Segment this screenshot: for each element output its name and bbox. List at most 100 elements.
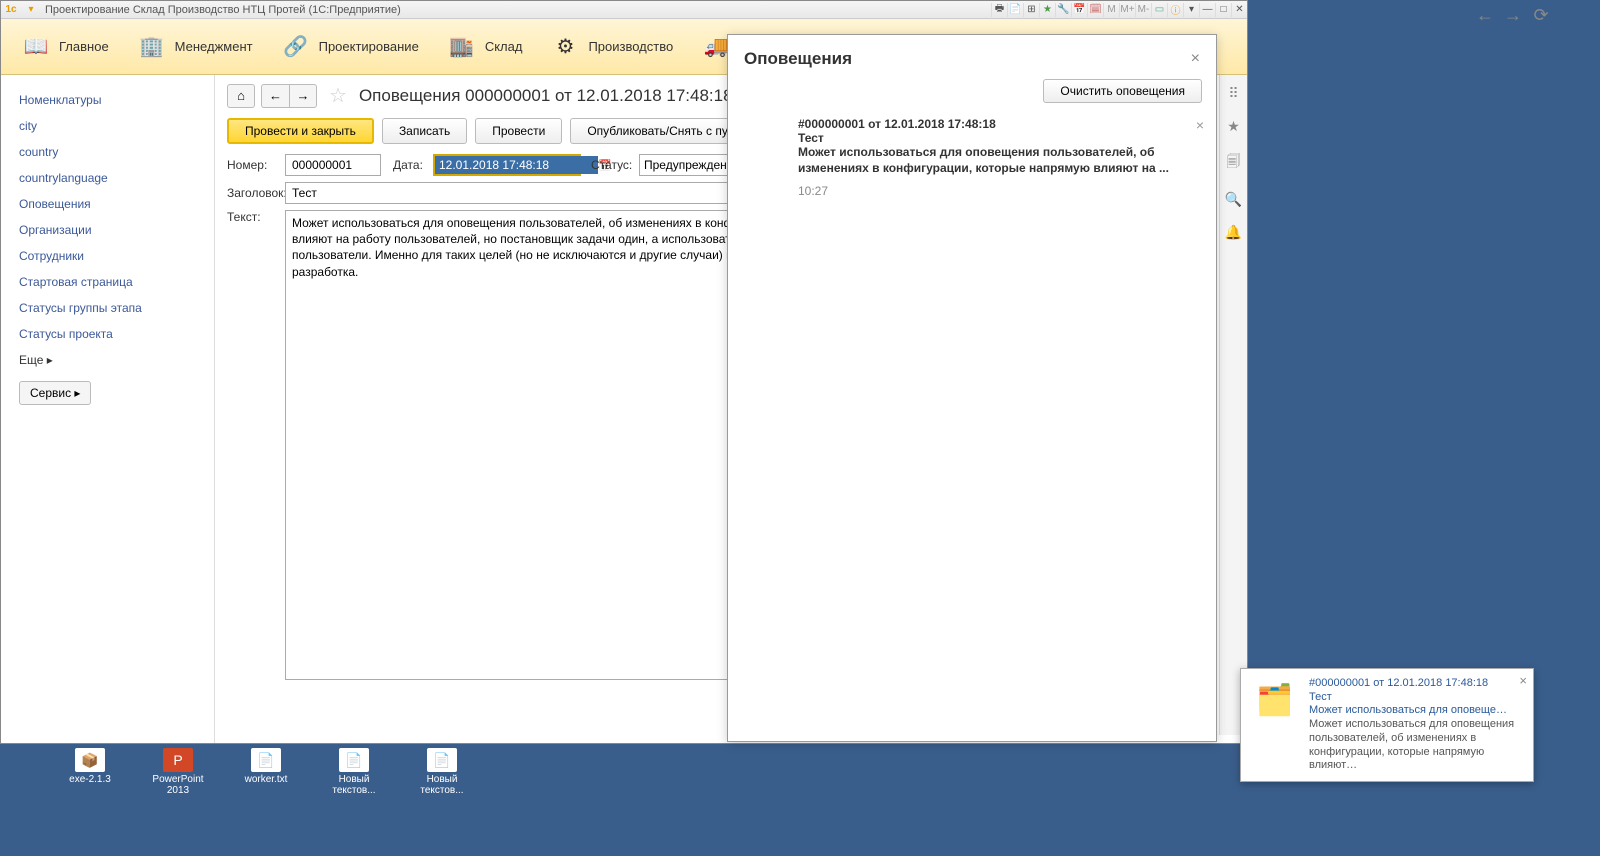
dropdown-icon[interactable]: ▾ bbox=[24, 3, 38, 17]
sidebar-item-stage-statuses[interactable]: Статусы группы этапа bbox=[1, 295, 214, 321]
sidebar-item-nomenclature[interactable]: Номенклатуры bbox=[1, 87, 214, 113]
favorite-star-icon[interactable]: ☆ bbox=[329, 83, 347, 108]
copy-icon[interactable]: 🗐 bbox=[1227, 151, 1241, 175]
nav-warehouse[interactable]: 🏬 Склад bbox=[433, 26, 537, 68]
store-icon: 🏬 bbox=[447, 32, 477, 62]
tb-star-icon[interactable]: ★ bbox=[1039, 3, 1055, 17]
titlebar: 1c ▾ Проектирование Склад Производство Н… bbox=[1, 1, 1247, 19]
tb-tool-icon[interactable]: 🔧 bbox=[1055, 3, 1071, 17]
ppt-icon: P bbox=[163, 748, 193, 772]
tb-dd-icon[interactable]: ▾ bbox=[1183, 3, 1199, 17]
sidebar-item-startpage[interactable]: Стартовая страница bbox=[1, 269, 214, 295]
toast-notification[interactable]: × 🗂️ #000000001 от 12.01.2018 17:48:18 Т… bbox=[1240, 668, 1534, 782]
notif-item-body: Может использоваться для оповещения поль… bbox=[798, 145, 1200, 176]
notif-item-title: Тест bbox=[798, 131, 1200, 145]
back-button[interactable]: ← bbox=[261, 84, 289, 108]
tb-doc-icon[interactable]: 📄 bbox=[1007, 3, 1023, 17]
minimize-button[interactable]: — bbox=[1199, 3, 1215, 17]
nav-label: Склад bbox=[485, 39, 523, 54]
status-label: Статус: bbox=[591, 158, 639, 172]
task-powerpoint[interactable]: PPowerPoint 2013 bbox=[148, 748, 208, 796]
title-label: Заголовок: bbox=[227, 186, 285, 200]
browser-reload-icon[interactable]: ⟳ bbox=[1530, 4, 1552, 26]
sidebar-item-organizations[interactable]: Организации bbox=[1, 217, 214, 243]
right-toolbar: ⠿ ★ 🗐 🔍 🔔 bbox=[1219, 75, 1247, 735]
forward-button[interactable]: → bbox=[289, 84, 317, 108]
app-window: 1c ▾ Проектирование Склад Производство Н… bbox=[0, 0, 1248, 744]
post-button[interactable]: Провести bbox=[475, 118, 562, 144]
task-text2[interactable]: 📄Новый текстов... bbox=[412, 748, 472, 796]
task-worker[interactable]: 📄worker.txt bbox=[236, 748, 296, 796]
date-input-wrap: 📅 bbox=[433, 154, 581, 176]
date-label: Дата: bbox=[393, 158, 433, 172]
toast-line4: Может использоваться для оповещения поль… bbox=[1309, 718, 1523, 773]
home-button[interactable]: ⌂ bbox=[227, 84, 255, 108]
text-label: Текст: bbox=[227, 210, 285, 224]
nav-production[interactable]: ⚙Производство bbox=[536, 26, 687, 68]
file-icon: 📄 bbox=[251, 748, 281, 772]
sidebar-item-project-statuses[interactable]: Статусы проекта bbox=[1, 321, 214, 347]
apps-icon[interactable]: ⠿ bbox=[1228, 85, 1238, 102]
browser-nav: ← → ⟳ bbox=[1474, 4, 1552, 26]
notif-item[interactable]: × #000000001 от 12.01.2018 17:48:18 Тест… bbox=[728, 111, 1216, 204]
tb-cal2-icon[interactable]: 🗓 bbox=[1087, 3, 1103, 17]
search-icon[interactable]: 🔍 bbox=[1225, 191, 1242, 208]
toast-line2: Тест bbox=[1309, 691, 1523, 705]
notifications-panel: Оповещения × Очистить оповещения × #0000… bbox=[727, 34, 1217, 742]
book-icon: 📖 bbox=[21, 32, 51, 62]
toast-line1: #000000001 от 12.01.2018 17:48:18 bbox=[1309, 677, 1523, 691]
number-label: Номер: bbox=[227, 158, 285, 172]
toast-body: #000000001 от 12.01.2018 17:48:18 Тест М… bbox=[1309, 677, 1523, 773]
browser-forward-icon[interactable]: → bbox=[1502, 4, 1524, 26]
window-title: Проектирование Склад Производство НТЦ Пр… bbox=[41, 4, 991, 16]
sidebar-item-city[interactable]: city bbox=[1, 113, 214, 139]
toast-line3: Может использоваться для оповеще… bbox=[1309, 704, 1523, 718]
number-input[interactable] bbox=[285, 154, 381, 176]
tb-m[interactable]: M bbox=[1103, 3, 1119, 17]
nav-design[interactable]: 🔗Проектирование bbox=[267, 26, 433, 68]
bell-icon[interactable]: 🔔 bbox=[1225, 224, 1242, 241]
share-icon: 🔗 bbox=[281, 32, 311, 62]
sidebar-item-notifications[interactable]: Оповещения bbox=[1, 191, 214, 217]
maximize-button[interactable]: □ bbox=[1215, 3, 1231, 17]
tb-mminus[interactable]: M- bbox=[1135, 3, 1151, 17]
sidebar-item-employees[interactable]: Сотрудники bbox=[1, 243, 214, 269]
notif-item-heading: #000000001 от 12.01.2018 17:48:18 bbox=[798, 117, 1200, 131]
date-input[interactable] bbox=[435, 156, 598, 174]
clear-notifications-button[interactable]: Очистить оповещения bbox=[1043, 79, 1202, 103]
file-icon: 📄 bbox=[427, 748, 457, 772]
task-exe[interactable]: 📦exe-2.1.3 bbox=[60, 748, 120, 796]
sidebar-service-button[interactable]: Сервис ▸ bbox=[19, 381, 91, 405]
tb-grid-icon[interactable]: ⊞ bbox=[1023, 3, 1039, 17]
nav-main[interactable]: 📖Главное bbox=[7, 26, 123, 68]
tb-print-icon[interactable]: 🖶 bbox=[991, 3, 1007, 17]
nav-label: Менеджмент bbox=[175, 39, 253, 54]
notes-icon: 🗂️ bbox=[1251, 677, 1299, 725]
notif-close-icon[interactable]: × bbox=[1191, 50, 1200, 68]
app-icon: 1c bbox=[4, 3, 18, 17]
post-and-close-button[interactable]: Провести и закрыть bbox=[227, 118, 374, 144]
close-button[interactable]: ✕ bbox=[1231, 3, 1247, 17]
taskbar: 📦exe-2.1.3 PPowerPoint 2013 📄worker.txt … bbox=[60, 748, 472, 796]
notif-title: Оповещения bbox=[744, 49, 852, 69]
notif-item-close-icon[interactable]: × bbox=[1196, 117, 1204, 133]
file-icon: 📄 bbox=[339, 748, 369, 772]
sidebar-item-countrylang[interactable]: countrylanguage bbox=[1, 165, 214, 191]
task-text1[interactable]: 📄Новый текстов... bbox=[324, 748, 384, 796]
sidebar-item-country[interactable]: country bbox=[1, 139, 214, 165]
titlebar-actions: 🖶 📄 ⊞ ★ 🔧 📅 🗓 M M+ M- ▭ ⓘ ▾ — □ ✕ bbox=[991, 3, 1247, 17]
tb-info-icon[interactable]: ⓘ bbox=[1167, 3, 1183, 17]
sidebar-more[interactable]: Еще ▸ bbox=[1, 347, 214, 373]
star-icon[interactable]: ★ bbox=[1227, 118, 1240, 135]
nav-management[interactable]: 🏢 Менеджмент bbox=[123, 26, 267, 68]
tb-cal1-icon[interactable]: 📅 bbox=[1071, 3, 1087, 17]
notif-header: Оповещения × bbox=[728, 35, 1216, 79]
save-button[interactable]: Записать bbox=[382, 118, 467, 144]
sidebar: Номенклатуры city country countrylanguag… bbox=[1, 75, 215, 743]
tb-mplus[interactable]: M+ bbox=[1119, 3, 1135, 17]
building-icon: 🏢 bbox=[137, 32, 167, 62]
browser-back-icon[interactable]: ← bbox=[1474, 4, 1496, 26]
toast-close-icon[interactable]: × bbox=[1519, 673, 1527, 688]
tb-panel-icon[interactable]: ▭ bbox=[1151, 3, 1167, 17]
package-icon: 📦 bbox=[75, 748, 105, 772]
